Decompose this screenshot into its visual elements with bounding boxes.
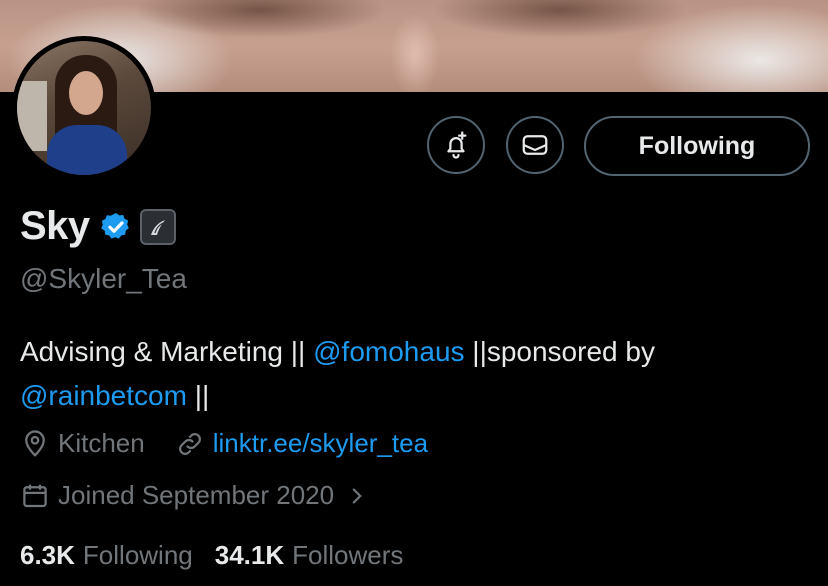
avatar-background-shelf — [17, 81, 47, 151]
link-icon — [178, 432, 201, 455]
verified-badge-icon[interactable] — [100, 211, 132, 243]
calendar-icon — [23, 484, 47, 507]
avatar-image — [17, 41, 151, 175]
website-link[interactable]: linktr.ee/skyler_tea — [213, 428, 428, 459]
joined-date: Joined September 2020 — [58, 480, 335, 510]
location-pin-icon — [25, 429, 45, 457]
mention-link[interactable]: @fomohaus — [313, 336, 464, 367]
following-count-link[interactable]: 6.3K Following — [20, 540, 193, 571]
following-button[interactable]: Following — [584, 116, 810, 176]
joined-row[interactable]: Joined September 2020 — [20, 480, 370, 511]
avatar-face — [69, 71, 103, 115]
bell-plus-icon — [447, 131, 467, 159]
notify-button[interactable] — [427, 116, 485, 174]
affiliate-badge-icon[interactable] — [139, 208, 176, 245]
bio-text: ||sponsored by — [464, 336, 655, 367]
message-button[interactable] — [506, 116, 564, 174]
follow-counts: 6.3K Following 34.1K Followers — [20, 540, 425, 571]
followers-label: Followers — [292, 540, 404, 570]
profile-meta-row: Kitchen linktr.ee/skyler_tea — [20, 428, 428, 459]
followers-count: 34.1K — [214, 540, 285, 570]
user-handle: @Skyler_Tea — [20, 263, 187, 294]
bio-text: Advising & Marketing || — [20, 336, 314, 367]
followers-count-link[interactable]: 34.1K Followers — [215, 540, 404, 571]
following-label: Following — [82, 540, 193, 570]
avatar-shirt — [47, 125, 127, 175]
name-row: Sky — [20, 204, 176, 249]
chevron-right-icon — [352, 487, 362, 504]
bio-text: || — [186, 380, 210, 411]
mail-icon — [522, 135, 548, 155]
affiliate-logo-icon — [150, 219, 165, 235]
banner-detail — [380, 0, 450, 92]
location-text: Kitchen — [58, 428, 145, 458]
profile-avatar[interactable] — [12, 36, 156, 180]
display-name: Sky — [20, 204, 90, 248]
profile-bio: Advising & Marketing || @fomohaus ||spon… — [20, 330, 810, 418]
following-count: 6.3K — [20, 540, 75, 570]
mention-link[interactable]: @rainbetcom — [20, 380, 187, 411]
